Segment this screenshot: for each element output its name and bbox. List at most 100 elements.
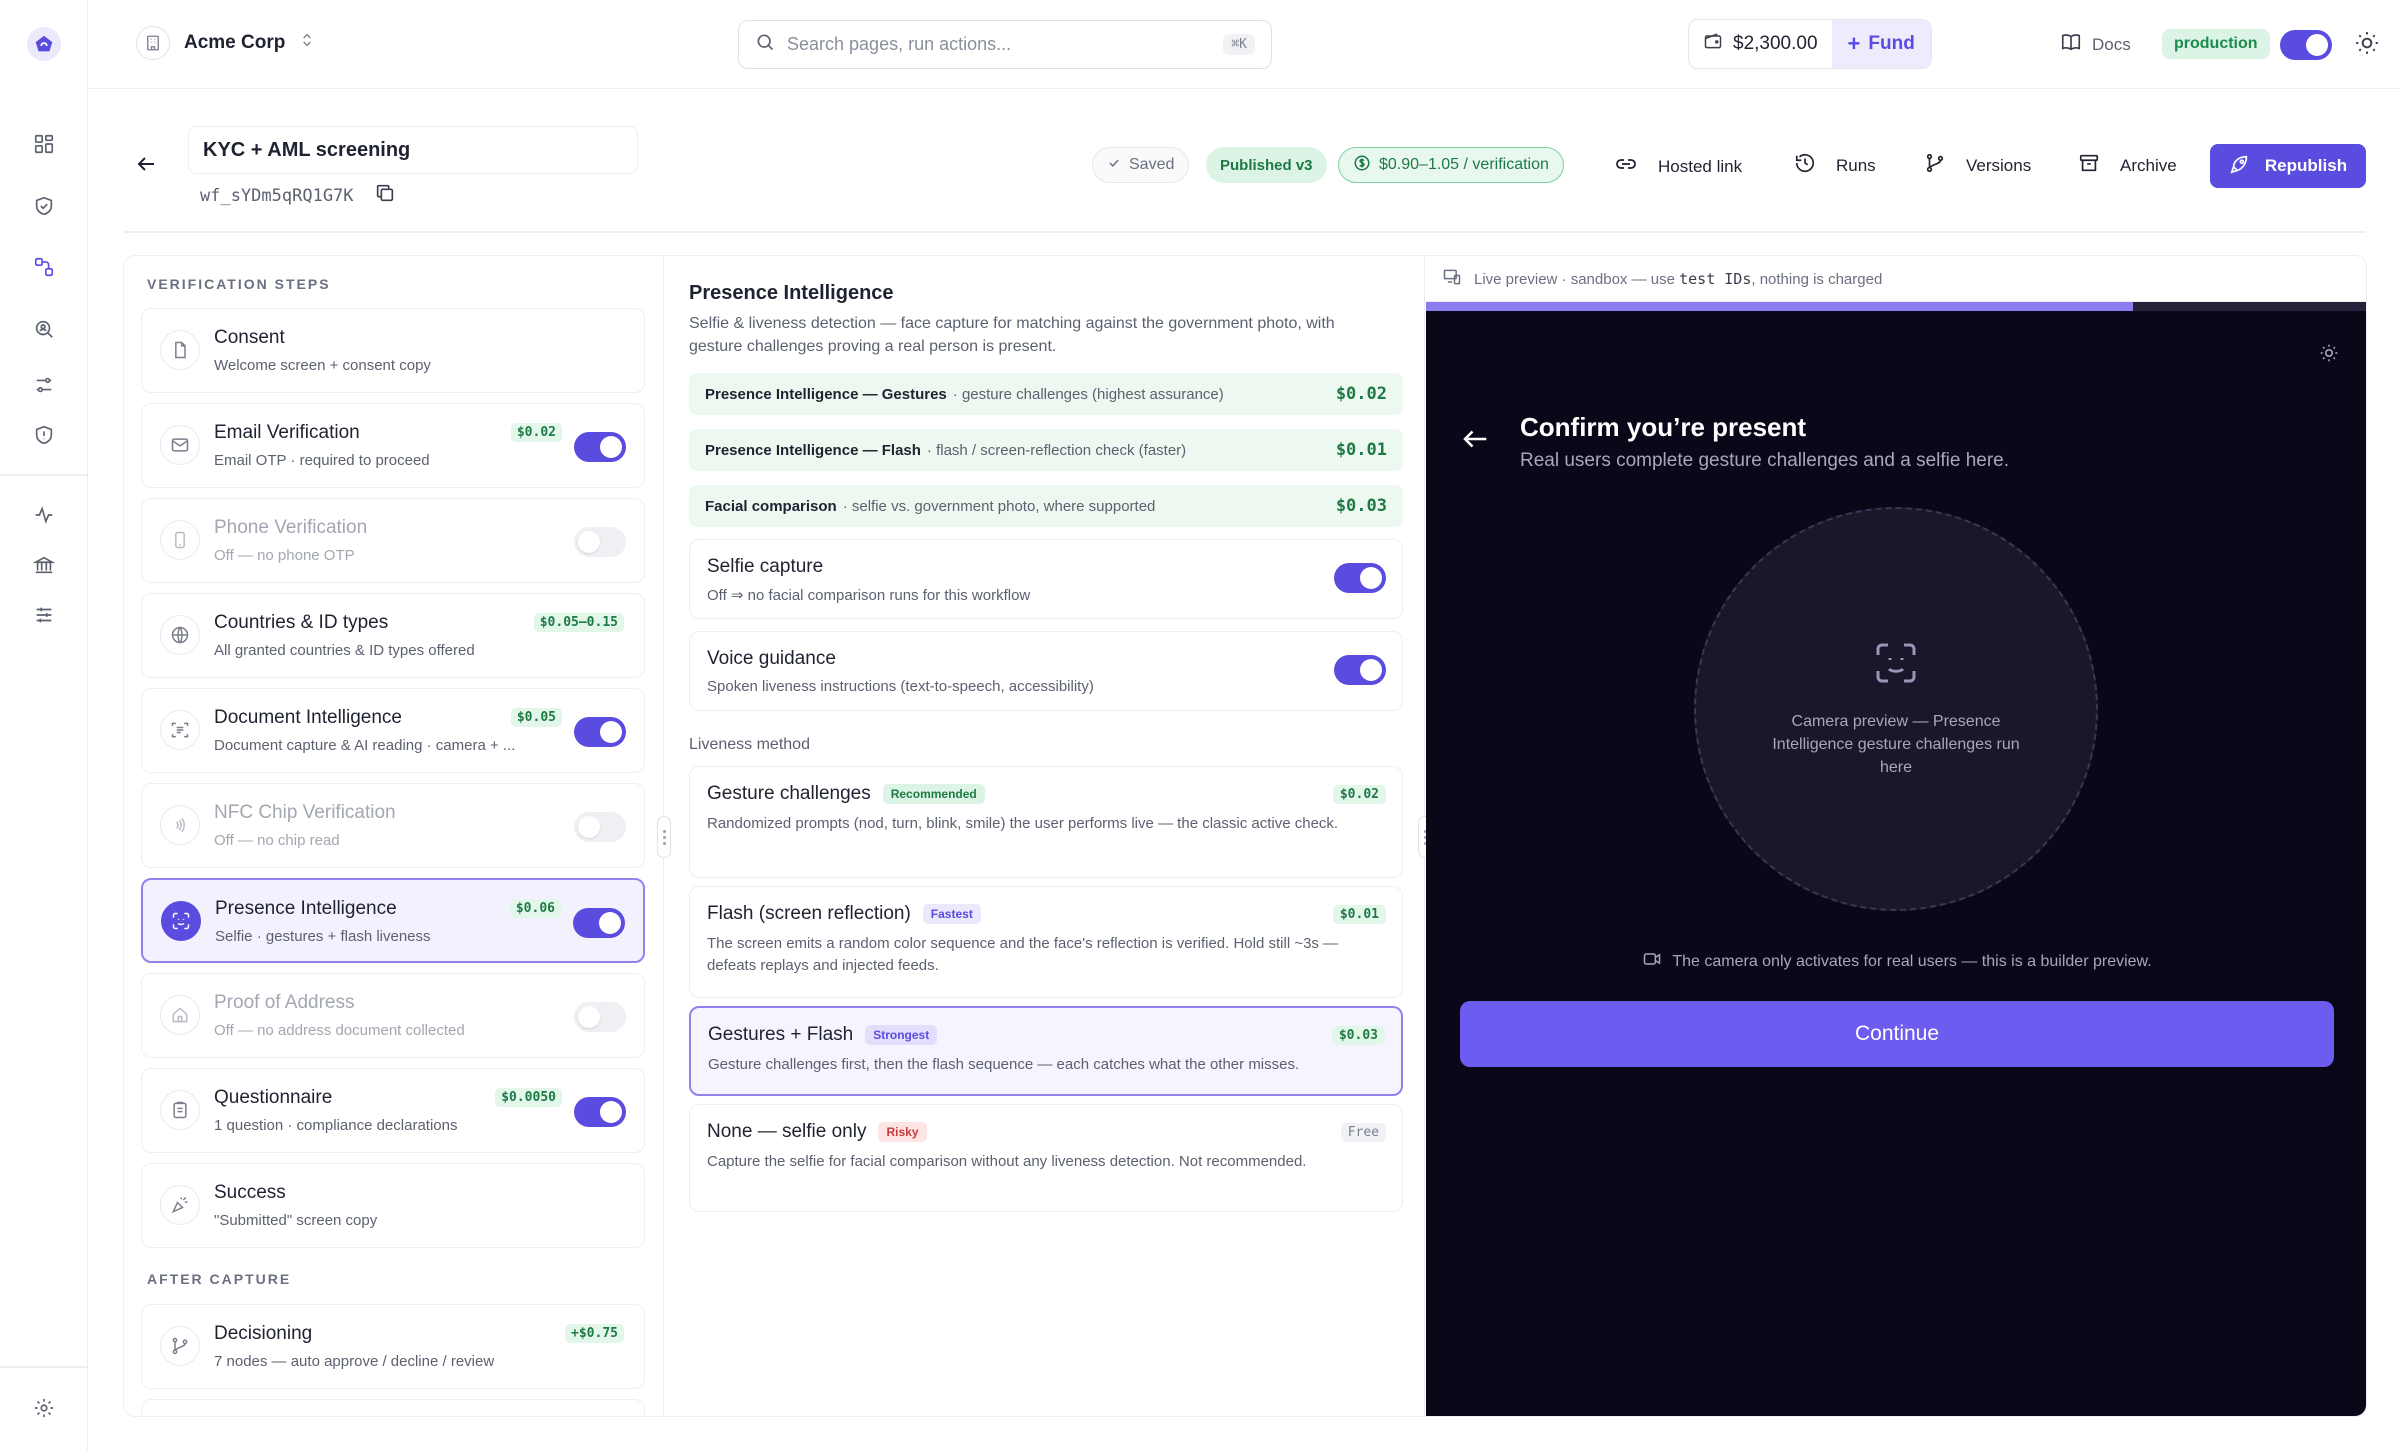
party-icon [160,1185,200,1225]
step-card[interactable]: Phone Verification Off — no phone OTP [141,498,645,583]
step-card[interactable]: Document Intelligence Document capture & … [141,688,645,773]
theme-toggle-sun-icon[interactable] [2354,30,2380,61]
environment-toggle[interactable] [2280,30,2332,65]
hosted-link-button[interactable]: Hosted link [1614,152,1742,181]
step-card[interactable]: Consent Welcome screen + consent copy [141,308,645,393]
settings-sliders-icon[interactable] [29,600,59,630]
wallet-balance[interactable]: $2,300.00 [1689,20,1832,68]
step-card[interactable]: Success "Submitted" screen copy [141,1163,645,1248]
wallet-group: $2,300.00 + Fund [1688,19,1932,69]
fund-button[interactable]: + Fund [1831,20,1931,68]
preview-back-arrow-icon[interactable] [1460,424,1490,459]
preview-settings-sun-icon[interactable] [2318,342,2340,369]
step-toggle[interactable] [574,717,626,752]
detail-description: Selfie & liveness detection — face captu… [689,315,1335,355]
branch-icon [160,1326,200,1366]
app-logo-icon[interactable] [27,27,61,61]
workflow-id-row: wf_sYDm5qRQ1G7K [200,182,396,209]
liveness-option-tag: Risky [878,1122,927,1142]
org-switcher[interactable]: Acme Corp [136,26,315,60]
step-card[interactable]: Presence Intelligence Selfie · gestures +… [141,878,645,963]
step-toggle[interactable] [574,527,626,562]
setting-toggle[interactable] [1334,655,1386,690]
setting-toggle[interactable] [1334,563,1386,598]
liveness-option-title: None — selfie only Risky [707,1121,927,1143]
document-scan-icon [160,710,200,750]
step-toggle[interactable] [574,1097,626,1132]
liveness-option-title: Flash (screen reflection) Fastest [707,903,981,925]
liveness-option-tag: Recommended [882,784,985,804]
step-name: Success [214,1182,286,1203]
liveness-option[interactable]: None — selfie only Risky Free Capture the s… [689,1104,1403,1212]
preview-header-prefix: Live preview · sandbox — use [1474,270,1675,288]
gear-icon[interactable] [29,1393,59,1423]
plus-icon: + [1847,31,1861,56]
runs-label: Runs [1836,155,1876,175]
step-name: Phone Verification [214,517,368,538]
preview-note: The camera only activates for real users… [1426,949,2366,974]
workflow-icon[interactable] [29,252,59,282]
step-card[interactable]: Questionnaire 1 question · compliance dec… [141,1068,645,1153]
preview-header: Live preview · sandbox — use test IDs, n… [1426,256,2366,302]
shield-check-icon[interactable] [29,191,59,221]
shield-alert-icon[interactable] [29,420,59,450]
step-toggle[interactable] [573,908,625,943]
org-name: Acme Corp [184,32,286,53]
search-user-icon[interactable] [29,314,59,344]
hosted-link-label: Hosted link [1658,156,1743,176]
liveness-option-name: None — selfie only [707,1121,867,1142]
step-card[interactable]: Email Verification Email OTP · required t… [141,403,645,488]
after-step-card[interactable]: Decisioning 7 nodes — auto approve / decl… [141,1304,645,1389]
check-icon [1107,156,1121,175]
workflow-builder: VERIFICATION STEPS Consent Welcome screen… [123,255,2367,1417]
step-toggle[interactable] [574,812,626,847]
step-card[interactable]: Proof of Address Off — no address documen… [141,973,645,1058]
liveness-option[interactable]: Gestures + Flash Strongest $0.03 Gesture ch… [689,1006,1403,1096]
search-placeholder: Search pages, run actions... [787,34,1012,54]
back-arrow-icon[interactable] [134,152,158,181]
continue-button[interactable]: Continue [1460,1001,2334,1067]
docs-label: Docs [2092,34,2131,54]
liveness-option-description: Capture the selfie for facial comparison… [707,1153,1307,1170]
workflow-title-input[interactable]: KYC + AML screening [188,126,638,174]
price-breakdown-row: Presence Intelligence — Flash · flash / s… [689,429,1403,471]
liveness-option[interactable]: Gesture challenges Recommended $0.02 Random… [689,766,1403,878]
detail-title: Presence Intelligence [689,282,894,304]
search-input[interactable]: Search pages, run actions... ⌘K [738,20,1272,69]
after-capture-title: AFTER CAPTURE [147,1271,292,1287]
versions-button[interactable]: Versions [1924,152,2031,179]
liveness-option-title: Gestures + Flash Strongest [708,1024,938,1046]
after-step-card[interactable] [141,1399,645,1416]
face-scan-icon [1872,639,1920,692]
price-row-value: $0.02 [1335,384,1387,404]
steps-section-title: VERIFICATION STEPS [147,276,331,292]
step-name: Presence Intelligence [215,898,397,919]
step-toggle[interactable] [574,1002,626,1037]
document-icon [160,330,200,370]
top-bar: Acme Corp Search pages, run actions... ⌘… [88,0,2400,89]
republish-button[interactable]: Republish [2210,144,2366,188]
runs-button[interactable]: Runs [1794,152,1876,179]
step-card[interactable]: NFC Chip Verification Off — no chip read [141,783,645,868]
bank-icon[interactable] [29,550,59,580]
setting-description: Off ⇒ no facial comparison runs for this… [707,587,1031,604]
liveness-option-title: Gesture challenges Recommended [707,783,985,805]
liveness-option-price: $0.01 [1332,905,1386,924]
activity-icon[interactable] [29,500,59,530]
workflow-id: wf_sYDm5qRQ1G7K [200,185,354,206]
price-row-name: Presence Intelligence — Gestures [705,385,947,403]
published-badge: Published v3 [1206,147,1327,183]
copy-icon[interactable] [374,182,396,209]
archive-button[interactable]: Archive [2078,152,2177,179]
liveness-option-description: The screen emits a random color sequence… [707,935,1339,974]
grid-icon[interactable] [29,129,59,159]
price-row-name: Presence Intelligence — Flash [705,441,921,459]
step-toggle[interactable] [574,432,626,467]
liveness-option[interactable]: Flash (screen reflection) Fastest $0.01 The… [689,886,1403,998]
republish-label: Republish [2264,156,2348,175]
docs-link[interactable]: Docs [2060,31,2131,58]
step-card[interactable]: Countries & ID types All granted countrie… [141,593,645,678]
sliders-icon[interactable] [29,370,59,400]
link-icon [1614,152,1638,181]
liveness-option-description: Gesture challenges first, then the flash… [708,1056,1300,1073]
